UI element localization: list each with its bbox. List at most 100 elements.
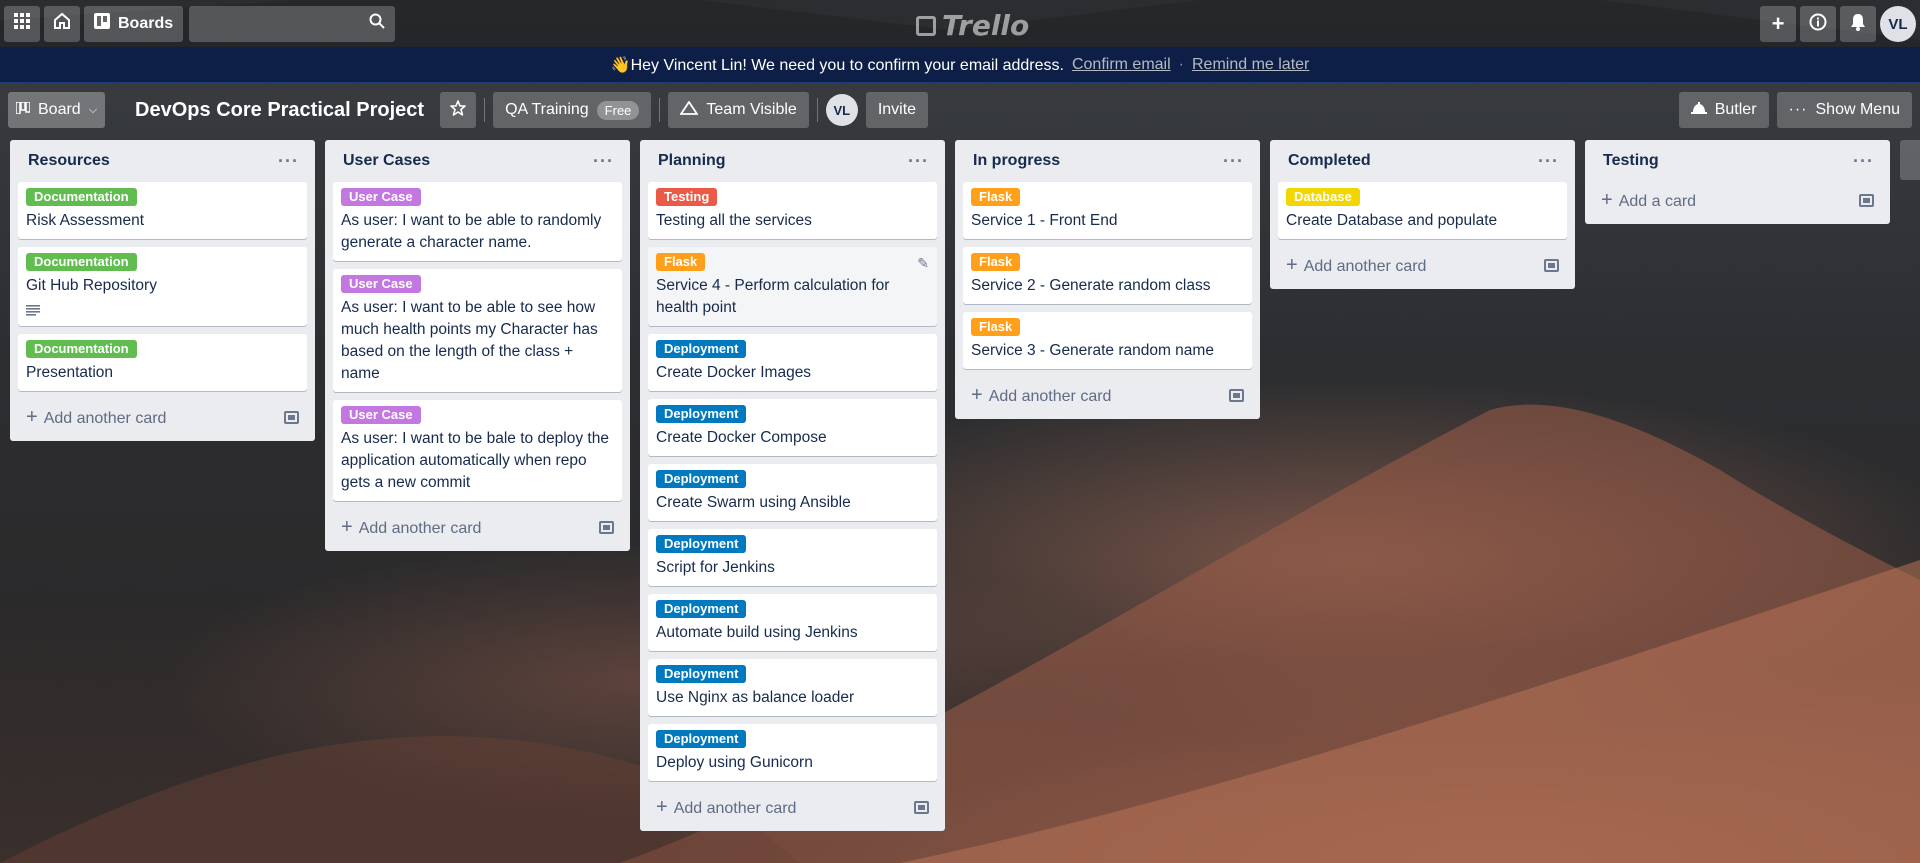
invite-button[interactable]: Invite [865,92,929,128]
edit-pencil-icon[interactable]: ✎ [917,255,929,272]
board-member-avatar[interactable]: VL [825,94,858,126]
card[interactable]: Flask Service 3 - Generate random name [963,312,1252,369]
board-header: Board ⌵ DevOps Core Practical Project QA… [0,83,1920,137]
list-planning: Planning ··· Testing Testing all the servic… [640,140,945,831]
card-title: Create Docker Images [656,364,812,381]
create-button[interactable]: + [1760,6,1796,42]
list-more-icon[interactable]: ··· [278,152,299,170]
board-header-right: Butler ··· Show Menu [1678,92,1912,128]
card-label: User Case [341,188,421,206]
card[interactable]: Deployment Create Docker Compose [648,399,937,456]
card-label: Flask [971,318,1021,336]
card[interactable]: Deployment Script for Jenkins [648,529,937,586]
card-label: Deployment [656,665,747,683]
board-title[interactable]: DevOps Core Practical Project [135,99,424,122]
list-title[interactable]: Completed [1288,152,1371,170]
list-title[interactable]: Planning [658,152,726,170]
card-template-icon[interactable] [1544,258,1559,272]
board-member-initials: VL [833,102,851,118]
add-card-label: Add another card [358,519,482,537]
user-avatar-initials: VL [1888,15,1908,33]
visibility-button[interactable]: Team Visible [668,92,809,128]
card[interactable]: Deployment Use Nginx as balance loader [648,659,937,716]
card-template-icon[interactable] [1859,193,1874,207]
add-card-button[interactable]: + Add a card [1593,182,1882,218]
home-icon [53,12,71,35]
show-menu-button[interactable]: ··· Show Menu [1776,92,1912,128]
list-more-icon[interactable]: ··· [1538,152,1559,170]
header-divider [816,98,818,122]
header-divider [484,98,486,122]
add-list-button[interactable] [1900,140,1920,180]
card-title: Testing all the services [656,212,812,229]
info-button[interactable] [1800,6,1836,42]
list-completed: Completed ··· Database Create Database and … [1270,140,1575,289]
list-title[interactable]: Resources [28,152,110,170]
card[interactable]: Documentation Git Hub Repository [18,247,307,326]
list-title[interactable]: In progress [973,152,1060,170]
remind-later-link[interactable]: Remind me later [1192,56,1309,74]
plus-icon: + [1771,11,1785,36]
workspace-label: QA Training [505,101,589,118]
list-more-icon[interactable]: ··· [1853,152,1874,170]
card[interactable]: Flask Service 4 - Perform calculation for… [648,247,937,326]
card-template-icon[interactable] [599,520,614,534]
card[interactable]: Flask Service 2 - Generate random class [963,247,1252,304]
plus-icon: + [971,383,983,406]
card[interactable]: Deployment Deploy using Gunicorn [648,724,937,781]
card[interactable]: Deployment Create Swarm using Ansible [648,464,937,521]
card[interactable]: Database Create Database and populate [1278,182,1567,239]
board-view-icon [15,101,31,119]
card[interactable]: Deployment Create Docker Images [648,334,937,391]
search-icon[interactable] [369,13,385,34]
search-input[interactable] [189,5,396,42]
card-title: Script for Jenkins [656,559,775,576]
list-header: Resources ··· [18,140,307,182]
card[interactable]: User Case As user: I want to be able to s… [333,269,622,392]
card[interactable]: Documentation Risk Assessment [18,182,307,239]
user-avatar[interactable]: VL [1880,6,1916,42]
card-template-icon[interactable] [1229,388,1244,402]
card-template-icon[interactable] [914,800,929,814]
card-title: Risk Assessment [26,212,145,229]
card-title: As user: I want to be bale to deploy the… [341,430,609,491]
notifications-button[interactable] [1840,6,1876,42]
add-card-button[interactable]: + Add another card [18,399,307,435]
card[interactable]: Flask Service 1 - Front End [963,182,1252,239]
card-title: Service 3 - Generate random name [971,342,1214,359]
confirm-email-link[interactable]: Confirm email [1072,56,1171,74]
home-button[interactable] [44,5,80,42]
trello-logo[interactable]: Trello [916,9,1029,42]
card[interactable]: User Case As user: I want to be able to r… [333,182,622,261]
list-more-icon[interactable]: ··· [593,152,614,170]
add-card-wrapper: + Add another card [656,796,796,819]
list-more-icon[interactable]: ··· [908,152,929,170]
star-board-button[interactable] [440,92,477,128]
card[interactable]: Deployment Automate build using Jenkins [648,594,937,651]
card-template-icon[interactable] [284,410,299,424]
card-title: Use Nginx as balance loader [656,689,855,706]
card-label: Deployment [656,730,747,748]
add-card-button[interactable]: + Add another card [648,789,937,825]
card[interactable]: Documentation Presentation [18,334,307,391]
board-view-switcher[interactable]: Board ⌵ [8,92,106,128]
add-card-button[interactable]: + Add another card [333,509,622,545]
card[interactable]: User Case As user: I want to be bale to d… [333,400,622,501]
list-header: In progress ··· [963,140,1252,182]
butler-button[interactable]: Butler [1678,92,1769,128]
apps-switcher-button[interactable] [4,5,40,42]
workspace-button[interactable]: QA Training Free [493,92,652,128]
add-card-button[interactable]: + Add another card [963,377,1252,413]
board-lists: Resources ··· Documentation Risk Assessment… [10,140,1900,831]
add-card-button[interactable]: + Add another card [1278,247,1567,283]
list-header: Completed ··· [1278,140,1567,182]
card[interactable]: Testing Testing all the services [648,182,937,239]
list-title[interactable]: User Cases [343,152,430,170]
add-card-wrapper: + Add another card [341,516,481,539]
plus-icon: + [1286,253,1298,276]
card-title: Git Hub Repository [26,277,157,294]
boards-button[interactable]: Boards [84,5,184,42]
workspace-plan-badge: Free [596,100,640,120]
list-title[interactable]: Testing [1603,152,1659,170]
list-more-icon[interactable]: ··· [1223,152,1244,170]
